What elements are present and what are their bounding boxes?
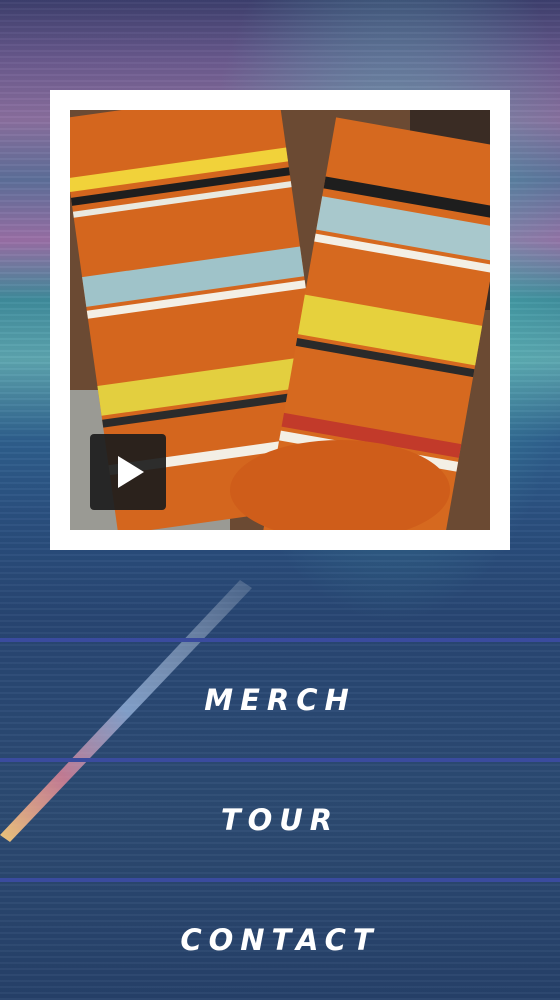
nav-item-label: MERCH [204, 683, 356, 717]
nav-item-label: TOUR [220, 803, 340, 837]
nav-item-merch[interactable]: MERCH [0, 638, 560, 758]
play-button[interactable] [90, 434, 166, 510]
video-card [50, 90, 510, 550]
nav-item-contact[interactable]: CONTACT [0, 878, 560, 998]
play-icon [118, 456, 144, 488]
nav-item-label: CONTACT [180, 923, 380, 957]
main-nav: MERCH TOUR CONTACT [0, 638, 560, 998]
nav-item-tour[interactable]: TOUR [0, 758, 560, 878]
video-thumbnail[interactable] [70, 110, 490, 530]
